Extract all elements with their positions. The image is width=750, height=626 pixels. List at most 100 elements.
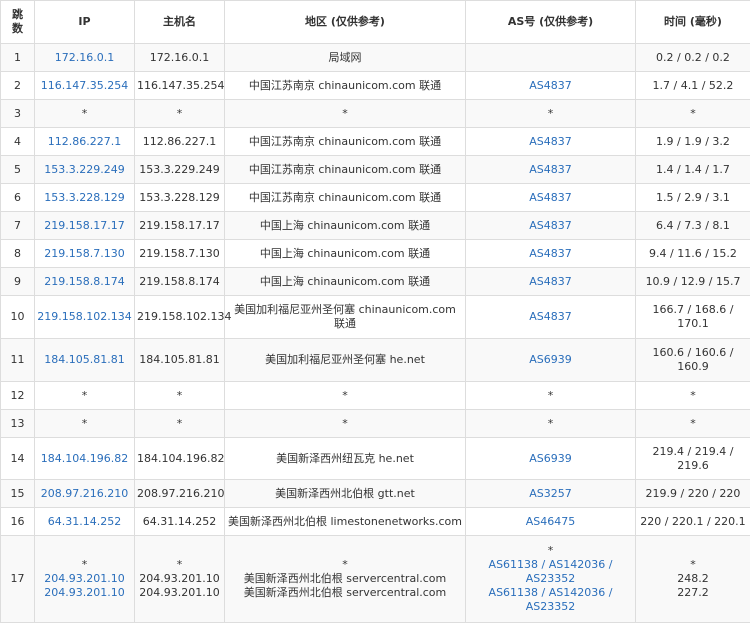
table-row: 9 219.158.8.174 219.158.8.174 中国上海 chinauni…	[0, 267, 750, 296]
traceroute-table: 跳数 IP 主机名 地区 (仅供参考) AS号 (仅供参考) 时间 (毫秒) 1…	[0, 0, 750, 623]
header-host: 主机名	[134, 0, 225, 44]
host-cell: 153.3.229.249	[134, 155, 225, 184]
time-cell: 219.4 / 219.4 / 219.6	[635, 437, 750, 480]
region-cell: 中国上海 chinaunicom.com 联通	[224, 239, 466, 268]
table-row: 17 * 204.93.201.10 204.93.201.10 * 204.93.201…	[0, 535, 750, 623]
time-cell: * 248.2 227.2	[635, 535, 750, 623]
as-link[interactable]: AS4837	[465, 267, 636, 296]
table-row: 10 219.158.102.134 219.158.102.134 美国加利福尼亚州…	[0, 295, 750, 339]
host-cell: 219.158.102.134	[134, 295, 231, 339]
ip-link[interactable]: 184.105.81.81	[34, 338, 135, 382]
time-cell: 0.2 / 0.2 / 0.2	[635, 43, 750, 72]
as-link[interactable]: AS4837	[465, 239, 636, 268]
hop-cell: 8	[0, 239, 35, 268]
hop-cell: 3	[0, 99, 35, 128]
hop-cell: 6	[0, 183, 35, 212]
as-link[interactable]: AS46475	[465, 507, 636, 536]
region-cell: 美国加利福尼亚州圣何塞 he.net	[224, 338, 466, 382]
as-link-line[interactable]: AS23352	[468, 600, 633, 614]
as-link[interactable]: AS4837	[465, 295, 636, 339]
time-cell: 166.7 / 168.6 / 170.1	[635, 295, 750, 339]
as-link-line[interactable]: AS23352	[468, 572, 633, 586]
ip-link[interactable]: 172.16.0.1	[34, 43, 135, 72]
as-link[interactable]: AS3257	[465, 479, 636, 508]
hop-cell: 9	[0, 267, 35, 296]
hop-cell: 13	[0, 409, 35, 438]
as-link: *	[465, 99, 636, 128]
ip-link: *	[34, 409, 135, 438]
host-cell: 112.86.227.1	[134, 127, 225, 156]
region-cell: 局域网	[224, 43, 466, 72]
table-row: 11 184.105.81.81 184.105.81.81 美国加利福尼亚州圣何塞 …	[0, 338, 750, 382]
ip-link[interactable]: 153.3.228.129	[34, 183, 135, 212]
table-row: 5 153.3.229.249 153.3.229.249 中国江苏南京 chinau…	[0, 155, 750, 184]
host-cell: 172.16.0.1	[134, 43, 225, 72]
time-cell-line: 227.2	[677, 586, 709, 599]
table-row: 3 * * * * *	[0, 99, 750, 128]
time-cell: 1.9 / 1.9 / 3.2	[635, 127, 750, 156]
ip-link[interactable]: 219.158.17.17	[34, 211, 135, 240]
header-time: 时间 (毫秒)	[635, 0, 750, 44]
table-row: 6 153.3.228.129 153.3.228.129 中国江苏南京 chinau…	[0, 183, 750, 212]
hop-cell: 2	[0, 71, 35, 100]
as-link-line[interactable]: AS61138 / AS142036 /	[468, 586, 633, 600]
as-link[interactable]: AS4837	[465, 183, 636, 212]
table-row: 7 219.158.17.17 219.158.17.17 中国上海 chinauni…	[0, 211, 750, 240]
region-cell: 美国新泽西州北伯根 limestonenetworks.com	[224, 507, 466, 536]
as-link-line[interactable]: AS61138 / AS142036 /	[468, 558, 633, 572]
ip-link: *	[34, 99, 135, 128]
region-cell: 美国新泽西州北伯根 gtt.net	[224, 479, 466, 508]
header-ip: IP	[34, 0, 135, 44]
as-link[interactable]: AS4837	[465, 127, 636, 156]
table-row: 13 * * * * *	[0, 409, 750, 438]
host-cell: 184.105.81.81	[134, 338, 225, 382]
host-cell: *	[134, 99, 225, 128]
region-cell: 美国新泽西州纽瓦克 he.net	[224, 437, 466, 480]
ip-link[interactable]: 219.158.7.130	[34, 239, 135, 268]
ip-link[interactable]: 116.147.35.254	[34, 71, 135, 100]
ip-link-line[interactable]: 204.93.201.10	[37, 586, 132, 600]
time-cell: 9.4 / 11.6 / 15.2	[635, 239, 750, 268]
host-cell: 219.158.7.130	[134, 239, 225, 268]
hop-cell: 16	[0, 507, 35, 536]
as-link: *	[465, 409, 636, 438]
ip-link[interactable]: 153.3.229.249	[34, 155, 135, 184]
hop-cell: 5	[0, 155, 35, 184]
ip-link[interactable]: 219.158.102.134	[34, 295, 135, 339]
table-row: 12 * * * * *	[0, 381, 750, 410]
hop-cell: 11	[0, 338, 35, 382]
region-cell: *	[224, 409, 466, 438]
as-link[interactable]: AS4837	[465, 211, 636, 240]
time-cell: 1.4 / 1.4 / 1.7	[635, 155, 750, 184]
table-row: 1 172.16.0.1 172.16.0.1 局域网 0.2 / 0.2 / 0.2	[0, 43, 750, 72]
region-cell: 中国上海 chinaunicom.com 联通	[224, 267, 466, 296]
ip-link-line[interactable]: 204.93.201.10	[37, 572, 132, 586]
hop-cell: 17	[0, 535, 35, 623]
host-cell: 219.158.8.174	[134, 267, 225, 296]
hop-cell: 7	[0, 211, 35, 240]
as-link[interactable]: AS6939	[465, 338, 636, 382]
table-row: 8 219.158.7.130 219.158.7.130 中国上海 chinauni…	[0, 239, 750, 268]
table-row: 16 64.31.14.252 64.31.14.252 美国新泽西州北伯根 lime…	[0, 507, 750, 536]
ip-link[interactable]: 112.86.227.1	[34, 127, 135, 156]
ip-link[interactable]: 208.97.216.210	[34, 479, 135, 508]
as-link[interactable]: AS6939	[465, 437, 636, 480]
region-cell-line: *	[342, 558, 348, 571]
region-cell: 中国江苏南京 chinaunicom.com 联通	[224, 155, 466, 184]
ip-link[interactable]: 64.31.14.252	[34, 507, 135, 536]
hop-cell: 15	[0, 479, 35, 508]
ip-link[interactable]: 219.158.8.174	[34, 267, 135, 296]
host-cell: * 204.93.201.10 204.93.201.10	[134, 535, 225, 623]
as-link[interactable]: AS4837	[465, 155, 636, 184]
table-row: 4 112.86.227.1 112.86.227.1 中国江苏南京 chinauni…	[0, 127, 750, 156]
as-link[interactable]: AS4837	[465, 71, 636, 100]
ip-link[interactable]: 184.104.196.82	[34, 437, 135, 480]
time-cell: 219.9 / 220 / 220	[635, 479, 750, 508]
region-cell: 中国江苏南京 chinaunicom.com 联通	[224, 71, 466, 100]
region-cell: * 美国新泽西州北伯根 servercentral.com 美国新泽西州北伯根 se…	[224, 535, 466, 623]
as-link	[465, 43, 636, 72]
ip-link-line: *	[81, 558, 88, 571]
region-cell: 中国上海 chinaunicom.com 联通	[224, 211, 466, 240]
time-cell: *	[635, 409, 750, 438]
hop-cell: 1	[0, 43, 35, 72]
